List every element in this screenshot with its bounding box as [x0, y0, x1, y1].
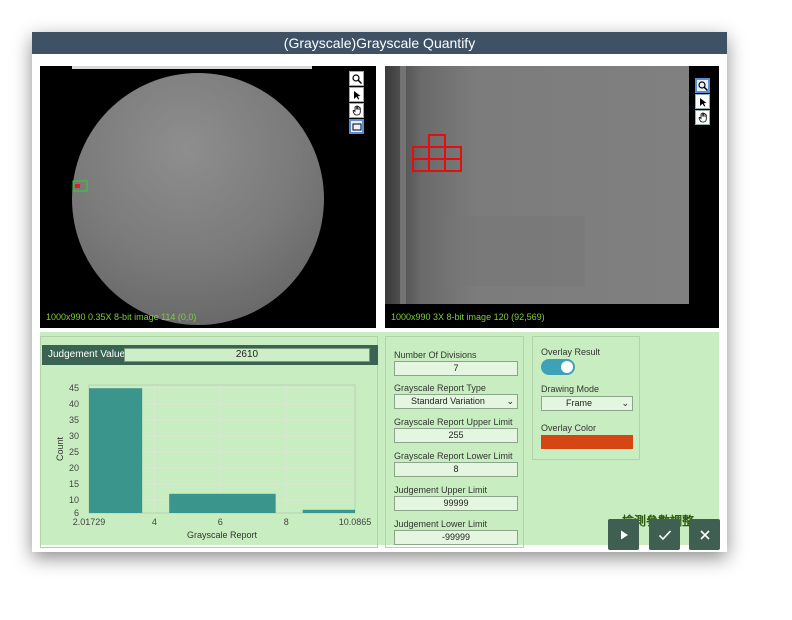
x-tick-label: 4	[152, 517, 157, 527]
cancel-button[interactable]	[689, 519, 720, 550]
y-tick-label: 10	[69, 495, 79, 505]
judgement-value-field: 2610	[124, 348, 370, 362]
report-type-label: Grayscale Report Type	[394, 383, 486, 393]
x-tick-label: 2.01729	[73, 517, 106, 527]
overlay-result-label: Overlay Result	[541, 347, 601, 357]
y-tick-label: 40	[69, 399, 79, 409]
judgement-bar: Judgement Value 2610	[42, 345, 378, 365]
grayscale-histogram: 610152025303540452.01729 4 6 8 10.0865Graysc…	[55, 383, 372, 540]
check-icon	[658, 529, 671, 540]
overlay-group: Overlay Result Drawing Mode Frame ⌄ Over…	[532, 336, 640, 460]
upper-limit-label: Grayscale Report Upper Limit	[394, 417, 513, 427]
run-button[interactable]	[608, 519, 639, 550]
magnifier-icon	[697, 80, 708, 91]
y-tick-label: 25	[69, 447, 79, 457]
window-title: (Grayscale)Grayscale Quantify	[32, 32, 727, 54]
pan-tool-button-right[interactable]	[695, 110, 710, 125]
grayscale-quantify-window: (Grayscale)Grayscale Quantify 1000x990 0…	[32, 32, 727, 552]
pointer-icon	[353, 90, 360, 99]
wafer-overview-image	[72, 66, 324, 325]
judgement-label: Judgement Value	[48, 349, 126, 360]
magnifier-icon	[351, 73, 362, 84]
right-viewer-status: 1000x990 3X 8-bit image 120 (92,569)	[391, 312, 545, 322]
zoom-tool-button-right[interactable]	[695, 78, 710, 93]
y-tick-label: 35	[69, 415, 79, 425]
chevron-down-icon: ⌄	[621, 398, 629, 408]
x-tick-label: 10.0865	[339, 517, 372, 527]
zoom-tool-button[interactable]	[349, 71, 364, 86]
histogram-group: Judgement Value 2610 6 10 15 20 25 30 35 40 45 2.…	[40, 336, 378, 548]
settings-panel: Judgement Value 2610 6 10 15 20 25 30 35 40 45 2.…	[40, 332, 719, 548]
close-icon	[699, 529, 710, 540]
judge-lower-label: Judgement Lower Limit	[394, 519, 488, 529]
judge-lower-input[interactable]: -99999	[394, 530, 518, 545]
y-tick-label: 20	[69, 463, 79, 473]
drawing-mode-value: Frame	[565, 398, 592, 408]
lower-limit-input[interactable]: 8	[394, 462, 518, 477]
drawing-mode-select[interactable]: Frame ⌄	[541, 396, 633, 411]
hand-icon	[698, 112, 707, 123]
right-viewer-toolbar	[695, 78, 710, 125]
select-tool-button[interactable]	[349, 87, 364, 102]
wafer-zoomed-image	[385, 66, 689, 304]
pan-tool-button[interactable]	[349, 103, 364, 118]
x-axis-label: Grayscale Report	[187, 530, 258, 540]
drawing-mode-label: Drawing Mode	[541, 384, 600, 394]
histogram-bar	[89, 388, 143, 513]
overlay-color-swatch[interactable]	[541, 435, 633, 449]
chevron-down-icon: ⌄	[506, 396, 514, 406]
overlay-result-toggle[interactable]	[541, 359, 575, 375]
y-axis-label: Count	[55, 437, 65, 462]
left-viewer-toolbar	[349, 71, 364, 134]
x-tick-label: 6	[218, 517, 223, 527]
y-tick-label: 15	[69, 479, 79, 489]
y-tick-label: 45	[69, 383, 79, 393]
lower-limit-label: Grayscale Report Lower Limit	[394, 451, 513, 461]
divisions-input[interactable]: 7	[394, 361, 518, 376]
y-tick-label: 30	[69, 431, 79, 441]
select-tool-button-right[interactable]	[695, 94, 710, 109]
overlay-color-label: Overlay Color	[541, 423, 597, 433]
play-icon	[620, 530, 628, 539]
report-type-value: Standard Variation	[411, 396, 485, 406]
judge-upper-input[interactable]: 99999	[394, 496, 518, 511]
pointer-icon	[699, 97, 706, 106]
x-tick-label: 8	[284, 517, 289, 527]
roi-tool-button[interactable]	[349, 119, 364, 134]
histogram-bar	[302, 509, 355, 513]
parameters-group: Number Of Divisions 7 Grayscale Report T…	[385, 336, 524, 548]
overview-image-viewer[interactable]: 1000x990 0.35X 8-bit image 114 (0,0)	[40, 66, 376, 328]
hand-icon	[352, 105, 361, 116]
histogram-bar	[169, 493, 276, 513]
rectangle-icon	[352, 123, 361, 130]
zoomed-image-viewer[interactable]: 1000x990 3X 8-bit image 120 (92,569)	[385, 66, 719, 328]
left-viewer-status: 1000x990 0.35X 8-bit image 114 (0,0)	[46, 312, 197, 322]
divisions-label: Number Of Divisions	[394, 350, 477, 360]
upper-limit-input[interactable]: 255	[394, 428, 518, 443]
toggle-knob	[561, 361, 573, 373]
report-type-select[interactable]: Standard Variation ⌄	[394, 394, 518, 409]
judge-upper-label: Judgement Upper Limit	[394, 485, 488, 495]
confirm-button[interactable]	[649, 519, 680, 550]
